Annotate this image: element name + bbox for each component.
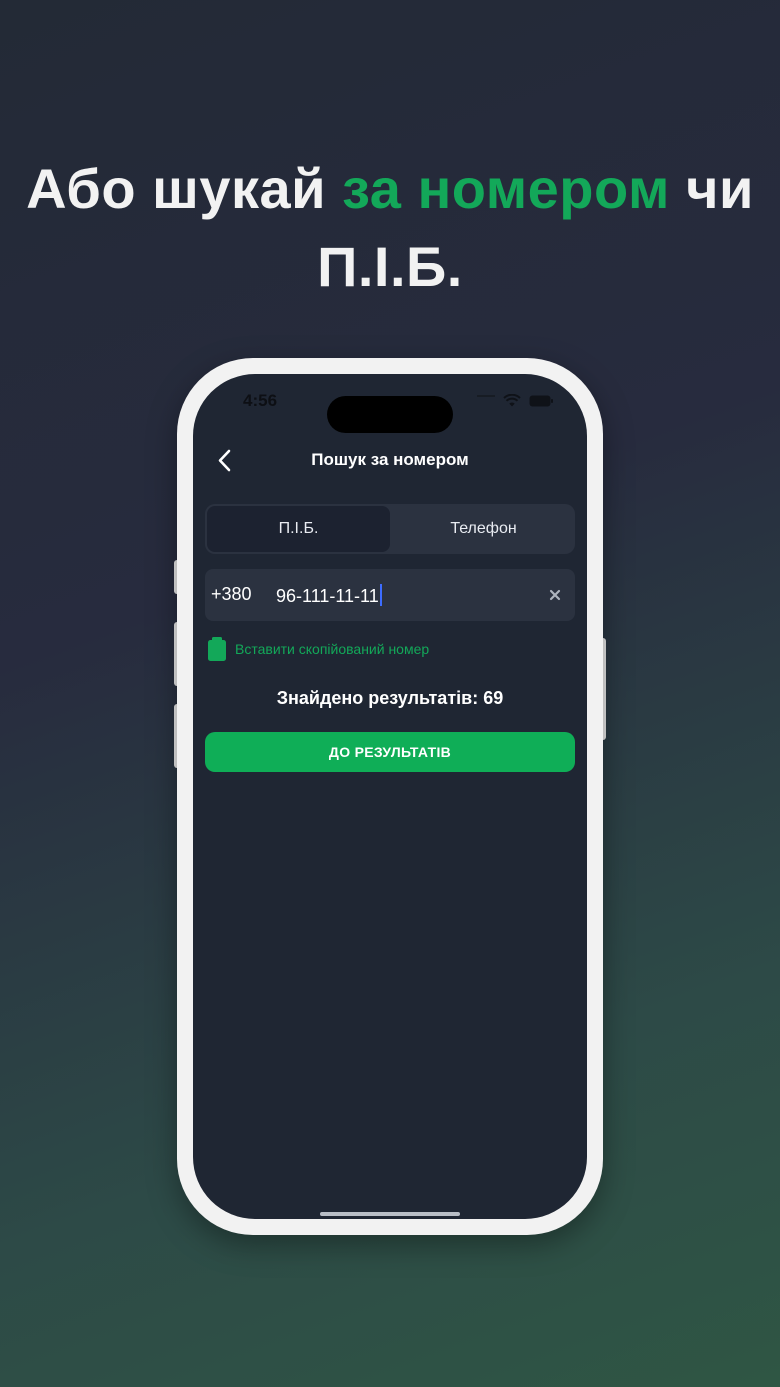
phone-number-field[interactable]: +380 96-111-11-11 [205, 569, 575, 621]
phone-frame: 4:56 Пошук за номером П.І.Б. Телефон +38… [177, 358, 603, 1235]
paste-copied-number-button[interactable]: Вставити скопійований номер [207, 636, 429, 662]
phone-number-text: 96-111-11-11 [276, 586, 379, 606]
text-caret [379, 584, 382, 606]
country-code-prefix: +380 [211, 584, 252, 604]
phone-number-value[interactable]: 96-111-11-11 [276, 584, 382, 607]
phone-screen: 4:56 Пошук за номером П.І.Б. Телефон +38… [193, 374, 587, 1219]
home-indicator [320, 1212, 460, 1216]
status-icons [477, 394, 553, 407]
dynamic-island [327, 396, 453, 433]
results-count: Знайдено результатів: 69 [276, 688, 504, 708]
clear-input-button[interactable] [545, 585, 565, 605]
battery-icon [529, 395, 553, 406]
close-icon [549, 589, 561, 601]
promo-headline: Або шукай за номером чи П.І.Б. [0, 150, 780, 306]
search-mode-segmented-control: П.І.Б. Телефон [205, 504, 575, 554]
nav-bar: Пошук за номером [193, 434, 587, 488]
wifi-icon [503, 394, 521, 407]
status-time: 4:56 [243, 391, 278, 410]
tab-phone[interactable]: Телефон [392, 504, 575, 554]
paste-label: Вставити скопійований номер [235, 641, 430, 657]
signal-icon [477, 394, 495, 407]
page-title: Пошук за номером [311, 450, 469, 469]
headline-part1: Або шукай [26, 157, 343, 220]
go-to-results-button[interactable]: ДО РЕЗУЛЬТАТІВ [205, 732, 575, 772]
clipboard-icon [208, 637, 226, 661]
tab-name[interactable]: П.І.Б. [207, 506, 390, 552]
headline-accent: за номером [342, 157, 670, 220]
